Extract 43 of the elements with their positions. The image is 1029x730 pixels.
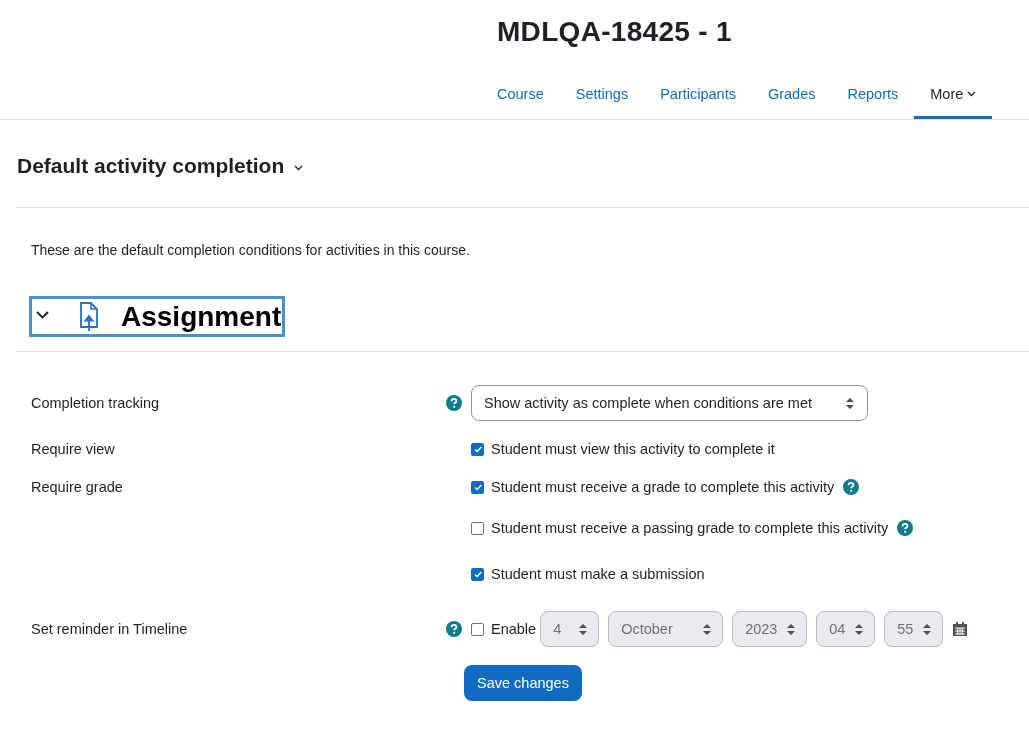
checkbox-label[interactable]: Enable: [491, 621, 537, 637]
nav-tab[interactable]: Grades: [751, 72, 832, 119]
checkbox-label[interactable]: Student must make a submission: [491, 566, 705, 582]
save-button[interactable]: Save changes: [464, 665, 582, 701]
help-icon[interactable]: [897, 520, 914, 536]
checkmark-icon: [472, 444, 483, 454]
help-icon[interactable]: [843, 479, 860, 495]
field-label: Require view: [31, 441, 115, 457]
more-menu-tab[interactable]: More: [914, 72, 993, 119]
checkbox[interactable]: [471, 442, 484, 456]
page-heading: Default activity completion: [17, 154, 285, 178]
field-label: Require grade: [31, 479, 123, 495]
checkbox-label[interactable]: Student must view this activity to complete it: [491, 441, 775, 457]
nav-tab[interactable]: Participants: [644, 72, 752, 119]
field-label: Completion tracking: [31, 395, 160, 411]
sort-arrows-icon: [578, 622, 589, 636]
course-title: MDLQA-18425 - 1: [497, 15, 733, 49]
field-label: Set reminder in Timeline: [31, 621, 188, 637]
help-icon[interactable]: [446, 395, 462, 411]
sort-arrows-icon: [786, 622, 797, 636]
caret-icon: [967, 91, 977, 97]
sort-arrows-icon: [845, 396, 855, 410]
checkbox[interactable]: [471, 567, 484, 581]
section-header[interactable]: Assignment: [29, 296, 286, 337]
checkbox[interactable]: [471, 622, 484, 636]
sort-arrows-icon: [922, 622, 933, 636]
checkmark-icon: [472, 569, 483, 579]
nav-tab[interactable]: Settings: [559, 72, 645, 119]
calendar-icon[interactable]: [952, 621, 969, 637]
checkbox-label[interactable]: Student must receive a passing grade to complete this activity: [491, 520, 889, 536]
checkbox[interactable]: [471, 480, 484, 494]
sort-arrows-icon: [854, 622, 865, 636]
select-field[interactable]: Show activity as complete when conditions are met: [471, 385, 868, 421]
nav-tab[interactable]: Reports: [831, 72, 915, 119]
intro-text: These are the default completion conditions for activities in this course.: [31, 242, 471, 258]
sort-arrows-icon: [702, 622, 713, 636]
checkmark-icon: [472, 482, 483, 492]
checkbox-label[interactable]: Student must receive a grade to complete this activity: [491, 479, 835, 495]
dropdown-caret-icon: [294, 165, 304, 171]
help-icon[interactable]: [446, 621, 462, 637]
checkbox[interactable]: [471, 521, 484, 535]
nav-tab[interactable]: Course: [481, 72, 560, 119]
file-upload-icon: [79, 301, 99, 332]
